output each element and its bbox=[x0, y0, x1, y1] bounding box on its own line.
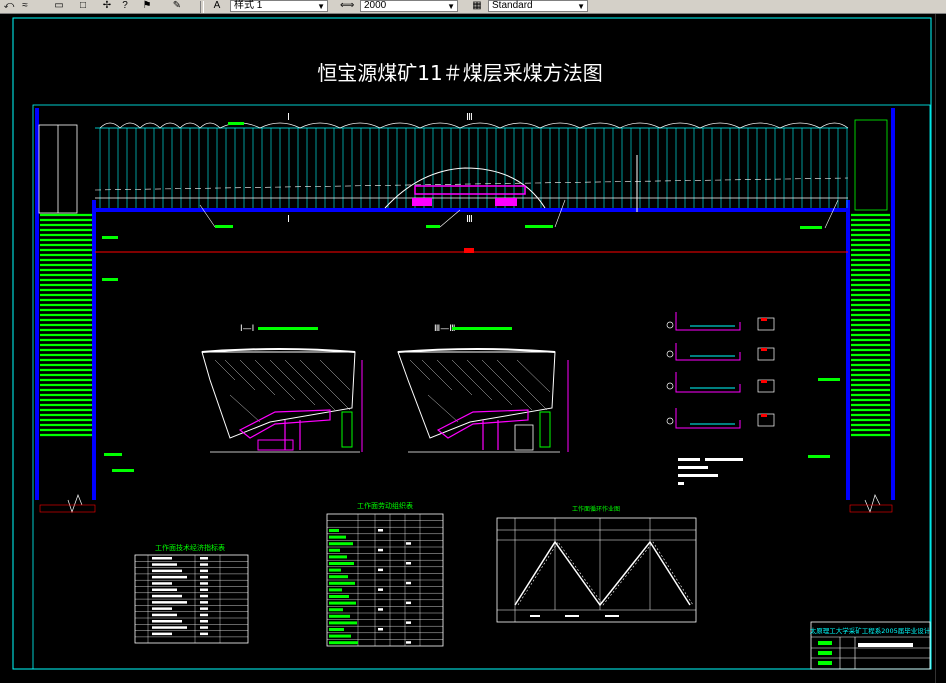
section-mark-3-bottom: Ⅲ bbox=[466, 214, 473, 225]
drawing-toolbar: ⤺ ≈ ▭ □ ✢ ? ⚑ ✎ A 样式 1 ▼ ⟺ 2000 ▼ ▦ Stan… bbox=[0, 0, 946, 14]
section-3-view: Ⅲ—Ⅲ bbox=[397, 324, 569, 453]
dimension-scale-value: 2000 bbox=[364, 0, 387, 11]
left-break-symbol bbox=[67, 494, 83, 514]
title-block: 太原理工大学采矿工程系2005届毕业设计 bbox=[810, 621, 931, 670]
toolbar-separator bbox=[200, 1, 204, 13]
square-icon[interactable]: □ bbox=[76, 0, 90, 12]
text-style-value: 样式 1 bbox=[234, 0, 263, 11]
section-mark-1-top: Ⅰ bbox=[287, 112, 290, 123]
shearer-drum-right bbox=[495, 198, 517, 206]
cad-drawing-canvas[interactable]: 恒宝源煤矿11＃煤层采煤方法图 Ⅰ Ⅰ Ⅲ Ⅲ Ⅰ—Ⅰ Ⅲ—Ⅲ 工作面技术经济指… bbox=[0, 14, 935, 683]
table-style-icon: ▦ bbox=[472, 0, 482, 11]
text-style-combo[interactable]: 样式 1 ▼ bbox=[230, 0, 328, 12]
left-dimension bbox=[39, 504, 96, 513]
section-mark-3-top: Ⅲ bbox=[466, 112, 473, 123]
roof-caving-line bbox=[99, 122, 849, 129]
left-roadway-supports bbox=[40, 213, 92, 437]
shearer-drum-left bbox=[412, 198, 432, 206]
title-block-school: 太原理工大学采矿工程系2005届毕业设计 bbox=[810, 626, 931, 635]
chevron-down-icon: ▼ bbox=[317, 2, 325, 11]
brush-icon[interactable]: ✎ bbox=[170, 0, 184, 12]
cycle-operation-chart: 工作面循环作业图 bbox=[496, 505, 697, 623]
right-scroll-strip[interactable] bbox=[935, 14, 946, 683]
chart-title: 工作面循环作业图 bbox=[572, 505, 620, 513]
table-style-combo[interactable]: Standard ▼ bbox=[488, 0, 588, 12]
flag-icon[interactable]: ⚑ bbox=[140, 0, 154, 12]
technical-indicators-table: 工作面技术经济指标表 bbox=[134, 543, 249, 644]
text-style-icon: A bbox=[213, 0, 221, 11]
stop-line-label bbox=[464, 248, 474, 253]
rectangle-icon[interactable]: ▭ bbox=[52, 0, 66, 12]
section-1-title: Ⅰ—Ⅰ bbox=[240, 324, 254, 334]
chevron-down-icon: ▼ bbox=[577, 2, 585, 11]
shearer-body bbox=[414, 185, 526, 195]
table2-title: 工作面劳动组织表 bbox=[357, 501, 413, 510]
leader-labels bbox=[102, 122, 840, 472]
table1-title: 工作面技术经济指标表 bbox=[155, 543, 225, 552]
mining-sequence-diagrams bbox=[666, 312, 775, 485]
dimension-scale-icon: ⟺ bbox=[340, 0, 355, 11]
right-break-symbol bbox=[864, 494, 881, 514]
right-end-support bbox=[854, 119, 888, 211]
table-style-value: Standard bbox=[492, 0, 533, 11]
dimension-scale-combo[interactable]: 2000 ▼ bbox=[360, 0, 458, 12]
section-1-view: Ⅰ—Ⅰ bbox=[201, 324, 363, 453]
query-icon[interactable]: ? bbox=[118, 0, 132, 12]
labor-organization-table: 工作面劳动组织表 bbox=[326, 501, 444, 647]
pin-icon[interactable]: ✢ bbox=[100, 0, 114, 12]
shearer-cut-outline bbox=[384, 167, 546, 209]
line-tool-icon[interactable]: ≈ bbox=[18, 0, 32, 12]
section-mark-1-bottom: Ⅰ bbox=[287, 214, 290, 225]
drawing-title: 恒宝源煤矿11＃煤层采煤方法图 bbox=[317, 61, 602, 85]
chevron-down-icon: ▼ bbox=[447, 2, 455, 11]
right-roadway-supports bbox=[851, 213, 890, 437]
undo-arrow-icon[interactable]: ⤺ bbox=[2, 0, 16, 12]
